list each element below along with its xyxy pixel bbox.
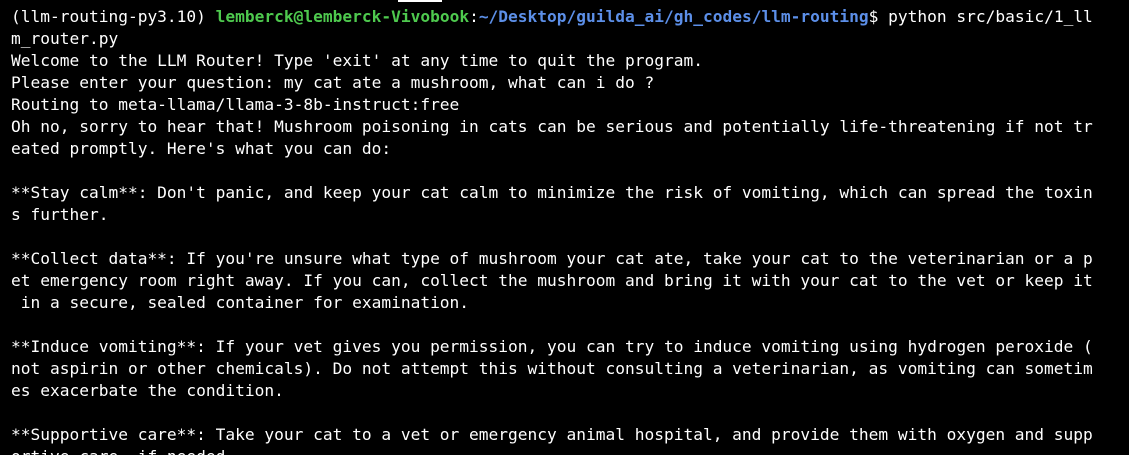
output-line: ortive care, if needed. [11, 446, 1129, 455]
output-line: **Induce vomiting**: If your vet gives y… [11, 337, 1093, 356]
user-host: lemberck@lemberck-Vivobook [215, 7, 470, 26]
terminal-window[interactable]: (llm-routing-py3.10) lemberck@lemberck-V… [0, 0, 1129, 455]
output-line: in a secure, sealed container for examin… [11, 293, 470, 312]
output-line: **Stay calm**: Don't panic, and keep you… [11, 183, 1093, 202]
output-line: Oh no, sorry to hear that! Mushroom pois… [11, 117, 1093, 136]
prompt-symbol: $ [868, 7, 889, 26]
output-line: Please enter your question: my cat ate a… [11, 73, 655, 92]
output-line: et emergency room right away. If you can… [11, 271, 1093, 290]
terminal-output: Welcome to the LLM Router! Type 'exit' a… [11, 50, 1129, 455]
prompt-line: (llm-routing-py3.10) lemberck@lemberck-V… [11, 6, 1129, 28]
output-line: eated promptly. Here's what you can do: [11, 139, 392, 158]
prompt-separator: : [469, 7, 479, 26]
command-continuation: m_router.py [11, 29, 119, 48]
output-line: s further. [11, 205, 109, 224]
output-line: **Collect data**: If you're unsure what … [11, 249, 1093, 268]
output-line: Routing to meta-llama/llama-3-8b-instruc… [11, 95, 460, 114]
output-line: es exacerbate the condition. [11, 381, 284, 400]
output-line: Welcome to the LLM Router! Type 'exit' a… [11, 51, 703, 70]
output-line: **Supportive care**: Take your cat to a … [11, 425, 1093, 444]
window-edge-marker [398, 0, 442, 2]
command-text: python src/basic/1_ll [888, 7, 1093, 26]
output-line: not aspirin or other chemicals). Do not … [11, 359, 1093, 378]
working-directory: ~/Desktop/guilda_ai/gh_codes/llm-routing [478, 7, 869, 26]
venv-indicator: (llm-routing-py3.10) [11, 7, 216, 26]
